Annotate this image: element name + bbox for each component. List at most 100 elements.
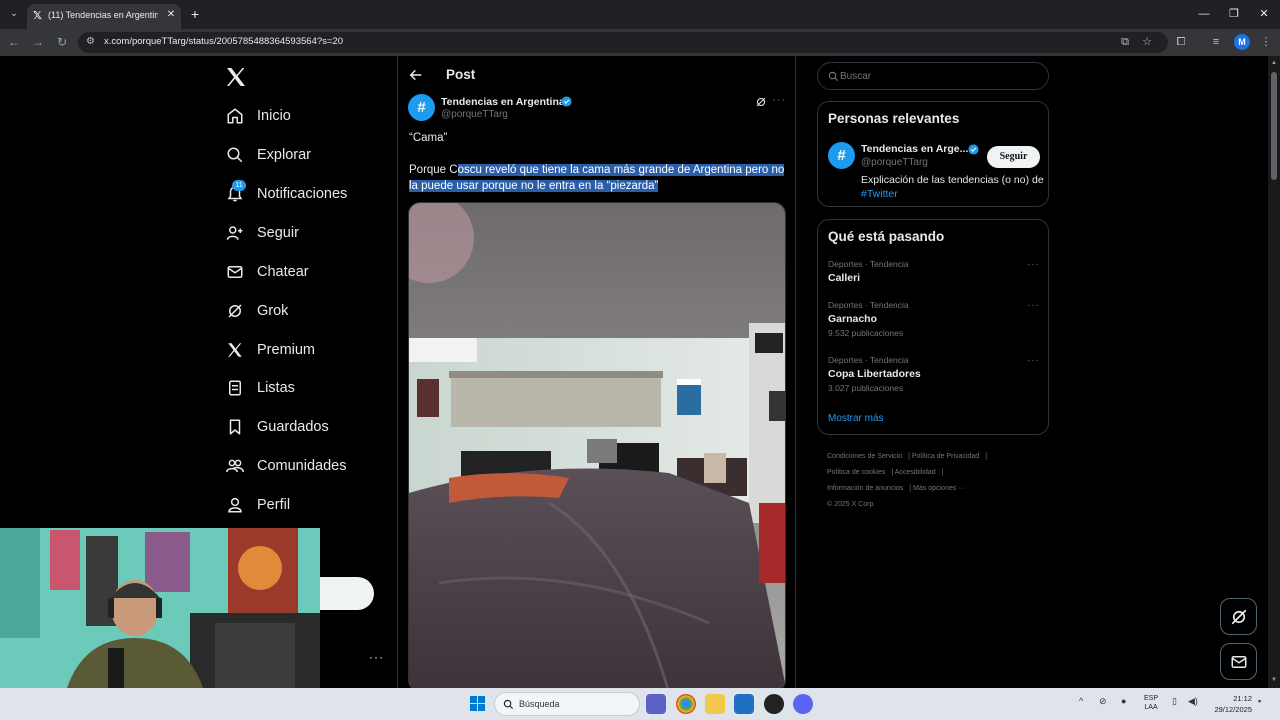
x-page: Inicio Explorar 11 Notificaciones Seguir… [0,56,1280,688]
nav-label: Grok [257,303,289,319]
phone-link-icon[interactable]: ▯ [1172,696,1177,707]
nav-item-chatear[interactable]: Chatear [226,258,309,286]
scrollbar-thumb[interactable] [1271,72,1277,180]
search-icon [227,147,243,163]
grok-fab-button[interactable] [1220,598,1257,635]
file-explorer-icon[interactable] [705,694,725,714]
grok-explain-icon[interactable] [755,96,767,108]
footer-terms-link[interactable]: Condiciones de Servicio [827,453,902,460]
taskbar-clock[interactable]: 21:12 29/12/2025 [1208,693,1252,715]
install-app-icon[interactable]: ⧉ [1118,35,1132,49]
tray-overflow-icon[interactable]: ^ [1079,696,1083,706]
taskbar-search[interactable]: Búsqueda [494,692,640,716]
tab-close-icon[interactable]: ✕ [164,8,178,22]
footer-links: Condiciones de Servicio | Política de Pri… [827,453,988,508]
relevant-name[interactable]: Tendencias en Arge... [861,143,968,155]
trending-title: Qué está pasando [828,229,945,244]
nav-item-comunidades[interactable]: Comunidades [226,452,346,480]
nav-item-listas[interactable]: Listas [226,374,295,402]
chrome-app-icon[interactable] [676,694,696,714]
media-controls-icon[interactable]: ≡ [1208,34,1224,50]
search-input[interactable]: Buscar [817,62,1049,90]
volume-icon[interactable]: ◀) [1188,696,1198,707]
x-icon [228,343,242,357]
nav-label: Comunidades [257,458,347,474]
trend-more-icon[interactable]: ··· [1027,355,1040,366]
webcam-image [0,528,320,688]
mic-icon[interactable]: ● [1121,696,1126,706]
minimize-icon[interactable]: — [1196,6,1212,22]
page-scrollbar[interactable]: ▲ ▼ [1268,56,1280,688]
trend-more-icon[interactable]: ··· [1027,259,1040,270]
tweet-media-image[interactable] [408,202,786,688]
follow-button[interactable]: Seguir [987,146,1040,168]
url-text[interactable]: x.com/porqueTTarg/status/200578548836459… [104,36,343,47]
footer-accessibility-link[interactable]: Accesibilidad [895,469,936,476]
footer-cookies-link[interactable]: Política de cookies [827,469,885,476]
obs-app-icon[interactable] [764,694,784,714]
tweet-body: Porque Coscu reveló que tiene la cama má… [409,162,789,194]
nav-item-notificaciones[interactable]: 11 Notificaciones [226,180,347,208]
extensions-icon[interactable]: ⧠ [1173,34,1189,50]
post-more-icon[interactable]: ··· [772,94,786,106]
relevant-people-title: Personas relevantes [828,111,960,126]
language-indicator[interactable]: ESP LAA [1144,694,1158,712]
nav-item-perfil[interactable]: Perfil [226,491,290,519]
site-info-icon[interactable]: ⚙ [86,36,98,48]
browser-tab[interactable]: 𝕏 (11) Tendencias en Argentina e ✕ [27,4,181,29]
footer-more-link[interactable]: Más opciones ··· [913,485,965,492]
restore-icon[interactable]: ❐ [1226,6,1242,22]
profile-avatar[interactable]: M [1234,34,1250,50]
nav-item-premium[interactable]: Premium [226,336,315,364]
author-handle[interactable]: @porqueTTarg [441,109,508,120]
footer-ads-link[interactable]: Información de anuncios [827,485,903,492]
relevant-avatar[interactable]: # [828,142,855,169]
taskbar-search-placeholder: Búsqueda [519,699,560,709]
account-more-icon[interactable]: ··· [369,650,384,664]
footer-privacy-link[interactable]: Política de Privacidad [912,453,979,460]
back-arrow-icon[interactable] [408,67,424,83]
x-logo-icon[interactable] [224,65,248,89]
trend-more-icon[interactable]: ··· [1027,300,1040,311]
nav-item-explorar[interactable]: Explorar [226,141,311,169]
trend-item[interactable]: Deportes · Tendencia Garnacho 9.532 publ… [828,300,1040,338]
person-icon [228,497,242,513]
scroll-up-icon[interactable]: ▲ [1270,59,1278,67]
forward-icon[interactable]: → [30,34,46,50]
trend-name: Garnacho [828,313,878,325]
discord-app-icon[interactable] [793,694,813,714]
notifications-icon[interactable]: ▪ [1258,696,1261,706]
back-icon[interactable]: ← [6,34,22,50]
network-icon[interactable]: ⊘ [1099,696,1107,707]
teams-app-icon[interactable] [646,694,666,714]
browser-menu-icon[interactable]: ⋮ [1258,34,1274,50]
address-bar[interactable]: ⚙ x.com/porqueTTarg/status/2005785488364… [78,32,1168,53]
reload-icon[interactable]: ↻ [54,34,70,50]
scroll-down-icon[interactable]: ▼ [1270,676,1278,684]
windows-taskbar: Búsqueda ^ ⊘ ● ESP LAA ▯ ◀) 21:12 29/12/… [0,688,1280,720]
author-name[interactable]: Tendencias en Argentina [441,96,565,108]
people-icon [226,459,244,473]
tab-search-chevron-icon[interactable]: ⌄ [5,5,23,23]
author-avatar[interactable]: # [408,94,435,121]
tweet-body-selected: oscu reveló que tiene la cama más grande… [409,164,785,192]
mail-icon [227,266,243,278]
nav-item-guardados[interactable]: Guardados [226,413,329,441]
trending-card: Qué está pasando Deportes · Tendencia Ca… [817,219,1049,435]
nav-item-seguir[interactable]: Seguir [226,219,299,247]
windows-start-icon[interactable] [470,696,485,711]
trend-item[interactable]: Deportes · Tendencia Copa Libertadores 3… [828,355,1040,393]
nav-label: Premium [257,342,316,358]
hashtag-link[interactable]: #Twitter [861,188,898,200]
close-window-icon[interactable]: ✕ [1256,6,1272,22]
trend-item[interactable]: Deportes · Tendencia Calleri ··· [828,259,1040,284]
show-more-link[interactable]: Mostrar más [828,413,884,424]
nav-item-grok[interactable]: Grok [226,297,288,325]
store-app-icon[interactable] [734,694,754,714]
bookmark-star-icon[interactable]: ☆ [1140,35,1154,49]
new-tab-plus-icon[interactable]: + [187,6,203,22]
nav-item-inicio[interactable]: Inicio [226,102,291,130]
messages-fab-button[interactable] [1220,643,1257,680]
mail-icon [1231,656,1247,668]
relevant-handle[interactable]: @porqueTTarg [861,157,928,168]
